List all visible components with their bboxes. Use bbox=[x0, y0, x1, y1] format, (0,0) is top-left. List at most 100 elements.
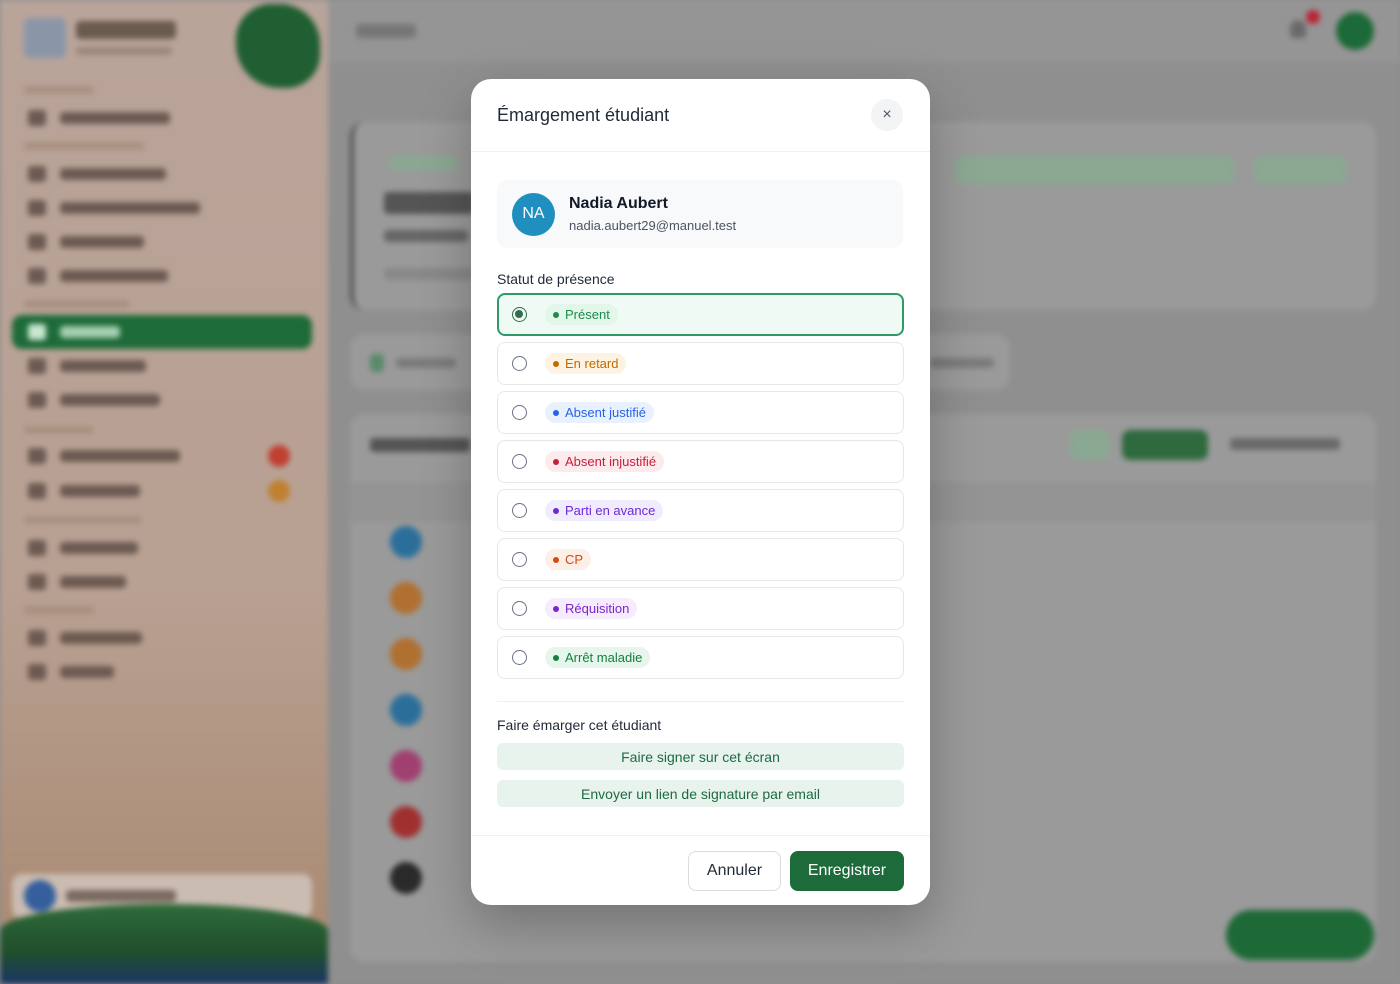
topbar bbox=[328, 0, 1400, 62]
sidebar-item-active[interactable] bbox=[12, 315, 312, 349]
avatar bbox=[390, 582, 422, 614]
sidebar bbox=[0, 0, 328, 984]
status-dot-icon bbox=[553, 654, 559, 661]
status-option[interactable]: Arrêt maladie bbox=[497, 636, 904, 679]
sidebar-icon bbox=[28, 268, 46, 284]
sidebar-section bbox=[24, 142, 144, 150]
send-signature-email-button[interactable]: Envoyer un lien de signature par email bbox=[497, 780, 904, 807]
count-badge bbox=[268, 445, 290, 467]
status-option[interactable]: Présent bbox=[497, 293, 904, 336]
sidebar-item[interactable] bbox=[28, 474, 308, 508]
radio-button[interactable] bbox=[512, 650, 527, 665]
sign-section-label: Faire émarger cet étudiant bbox=[497, 717, 662, 733]
sidebar-item[interactable] bbox=[28, 439, 308, 473]
status-option-label: CP bbox=[565, 552, 584, 567]
radio-button[interactable] bbox=[512, 405, 527, 420]
sidebar-icon bbox=[28, 483, 46, 499]
sidebar-icon bbox=[28, 110, 46, 126]
sidebar-item[interactable] bbox=[28, 101, 308, 135]
avatar bbox=[390, 526, 422, 558]
status-option-label: Absent injustifié bbox=[565, 454, 657, 469]
status-pill: En retard bbox=[545, 353, 627, 374]
decor-blob bbox=[236, 4, 320, 88]
status-option[interactable]: En retard bbox=[497, 342, 904, 385]
avatar bbox=[390, 862, 422, 894]
student-email: nadia.aubert29@manuel.test bbox=[569, 218, 737, 233]
status-dot-icon bbox=[553, 409, 559, 416]
sidebar-icon bbox=[28, 574, 46, 590]
status-option-label: En retard bbox=[565, 356, 619, 371]
decor-hills bbox=[0, 904, 328, 984]
avatar bbox=[24, 880, 56, 912]
radio-button[interactable] bbox=[512, 454, 527, 469]
status-option[interactable]: Absent injustifié bbox=[497, 440, 904, 483]
sidebar-item[interactable] bbox=[28, 225, 308, 259]
sidebar-icon bbox=[28, 664, 46, 680]
sidebar-item[interactable] bbox=[28, 621, 308, 655]
radio-button[interactable] bbox=[512, 356, 527, 371]
notification-dot bbox=[1306, 10, 1320, 24]
sidebar-item[interactable] bbox=[28, 383, 308, 417]
divider bbox=[497, 701, 904, 702]
status-option-label: Parti en avance bbox=[565, 503, 656, 518]
attendance-modal: Émargement étudiant × NA Nadia Aubert na… bbox=[471, 79, 930, 905]
sidebar-icon bbox=[28, 234, 46, 250]
sidebar-icon bbox=[28, 448, 46, 464]
sidebar-item[interactable] bbox=[28, 531, 308, 565]
avatar bbox=[390, 638, 422, 670]
status-options: Présent En retard Absent justifié Absent in… bbox=[497, 293, 904, 685]
status-option[interactable]: Réquisition bbox=[497, 587, 904, 630]
sidebar-section bbox=[24, 86, 94, 94]
radio-button[interactable] bbox=[512, 307, 527, 322]
avatar: NA bbox=[512, 192, 555, 236]
status-dot-icon bbox=[553, 360, 559, 367]
sidebar-item[interactable] bbox=[28, 349, 308, 383]
close-button[interactable]: × bbox=[871, 99, 903, 131]
status-option[interactable]: CP bbox=[497, 538, 904, 581]
status-option[interactable]: Absent justifié bbox=[497, 391, 904, 434]
status-dot-icon bbox=[553, 458, 559, 465]
modal-header: Émargement étudiant × bbox=[471, 79, 930, 152]
status-dot-icon bbox=[553, 507, 559, 514]
sidebar-icon bbox=[28, 324, 46, 340]
status-dot-icon bbox=[553, 556, 559, 563]
status-pill: Absent injustifié bbox=[545, 451, 665, 472]
radio-button[interactable] bbox=[512, 503, 527, 518]
radio-button[interactable] bbox=[512, 601, 527, 616]
cancel-button[interactable]: Annuler bbox=[688, 851, 781, 891]
avatar bbox=[390, 750, 422, 782]
status-option-label: Réquisition bbox=[565, 601, 630, 616]
student-card: NA Nadia Aubert nadia.aubert29@manuel.te… bbox=[497, 180, 903, 248]
sidebar-item[interactable] bbox=[28, 157, 308, 191]
status-option-label: Absent justifié bbox=[565, 405, 646, 420]
sidebar-item[interactable] bbox=[28, 259, 308, 293]
sidebar-icon bbox=[28, 630, 46, 646]
status-pill: Arrêt maladie bbox=[545, 647, 651, 668]
logo-mark bbox=[24, 18, 66, 58]
sidebar-item[interactable] bbox=[28, 191, 308, 225]
sidebar-icon bbox=[28, 200, 46, 216]
status-pill: Parti en avance bbox=[545, 500, 664, 521]
status-pill: Absent justifié bbox=[545, 402, 654, 423]
close-icon: × bbox=[882, 106, 892, 123]
bell-icon[interactable] bbox=[1290, 20, 1306, 38]
modal-footer: Annuler Enregistrer bbox=[471, 835, 930, 905]
status-pill: Réquisition bbox=[545, 598, 638, 619]
sidebar-section bbox=[24, 516, 142, 524]
app-logo bbox=[24, 18, 176, 58]
count-badge bbox=[268, 480, 290, 502]
sidebar-item[interactable] bbox=[28, 565, 308, 599]
save-button[interactable]: Enregistrer bbox=[790, 851, 904, 891]
sign-on-screen-button[interactable]: Faire signer sur cet écran bbox=[497, 743, 904, 770]
student-name: Nadia Aubert bbox=[569, 195, 668, 212]
avatar[interactable] bbox=[1336, 12, 1374, 50]
status-dot-icon bbox=[553, 311, 559, 318]
status-option[interactable]: Parti en avance bbox=[497, 489, 904, 532]
assistant-fab[interactable] bbox=[1226, 910, 1374, 960]
radio-button[interactable] bbox=[512, 552, 527, 567]
status-option-label: Présent bbox=[565, 307, 610, 322]
sidebar-section bbox=[24, 606, 94, 614]
sidebar-icon bbox=[28, 166, 46, 182]
sidebar-item[interactable] bbox=[28, 655, 308, 689]
status-pill: Présent bbox=[545, 304, 618, 325]
